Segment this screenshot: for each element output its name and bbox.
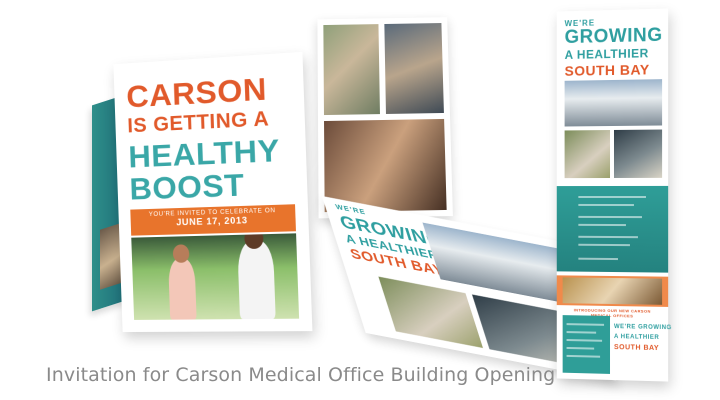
tall-tennis-photo (613, 129, 663, 178)
tall-south-bay: SOUTH BAY (564, 61, 650, 79)
zigzag-brochure-upper-panel (317, 17, 453, 219)
footer-we-re-growing: WE'RE GROWING (613, 324, 672, 332)
footer-south-bay: SOUTH BAY (613, 344, 660, 353)
tall-family-photo (564, 130, 611, 179)
event-details-panel (556, 185, 669, 273)
detail-text-line (578, 223, 626, 227)
detail-text-line (578, 203, 634, 207)
footer-text-line (566, 346, 595, 350)
tall-building-photo (564, 79, 663, 127)
detail-text-line (578, 243, 630, 247)
footer-a-healthier: A HEALTHIER (613, 334, 660, 342)
tall-a-healthier: A HEALTHIER (564, 46, 649, 62)
tent-card-front: CARSON IS GETTING A HEALTHY BOOST YOU'RE… (113, 51, 313, 333)
office-staff-photo (562, 277, 663, 305)
invitation-date-band: YOU'RE INVITED TO CELEBRATE ON JUNE 17, … (130, 204, 296, 236)
footer-text-line (566, 354, 601, 358)
detail-text-line (578, 195, 646, 199)
doctor-and-girl-photo (131, 233, 300, 320)
footer-text-line (566, 339, 603, 342)
detail-text-line (578, 215, 642, 219)
family-photo (378, 276, 483, 348)
image-caption: Invitation for Carson Medical Office Bui… (46, 364, 556, 386)
doctor-figure (237, 240, 276, 320)
patient-exam-photo (323, 24, 380, 116)
headline-boost: BOOST (128, 166, 245, 207)
clinicians-photo (384, 23, 444, 114)
accordion-brochure: WE'RE GROWING A HEALTHIER SOUTH BAY INTR… (556, 8, 672, 382)
detail-text-line (578, 235, 638, 239)
product-photo: CARSON IS GETTING A HEALTHY BOOST YOU'RE… (0, 0, 720, 400)
footer-text-panel (562, 315, 611, 374)
footer-text-line (566, 331, 597, 334)
detail-text-line (578, 257, 618, 261)
girl-figure (168, 258, 197, 320)
footer-text-line (566, 323, 605, 326)
couple-portrait-photo (324, 118, 447, 213)
